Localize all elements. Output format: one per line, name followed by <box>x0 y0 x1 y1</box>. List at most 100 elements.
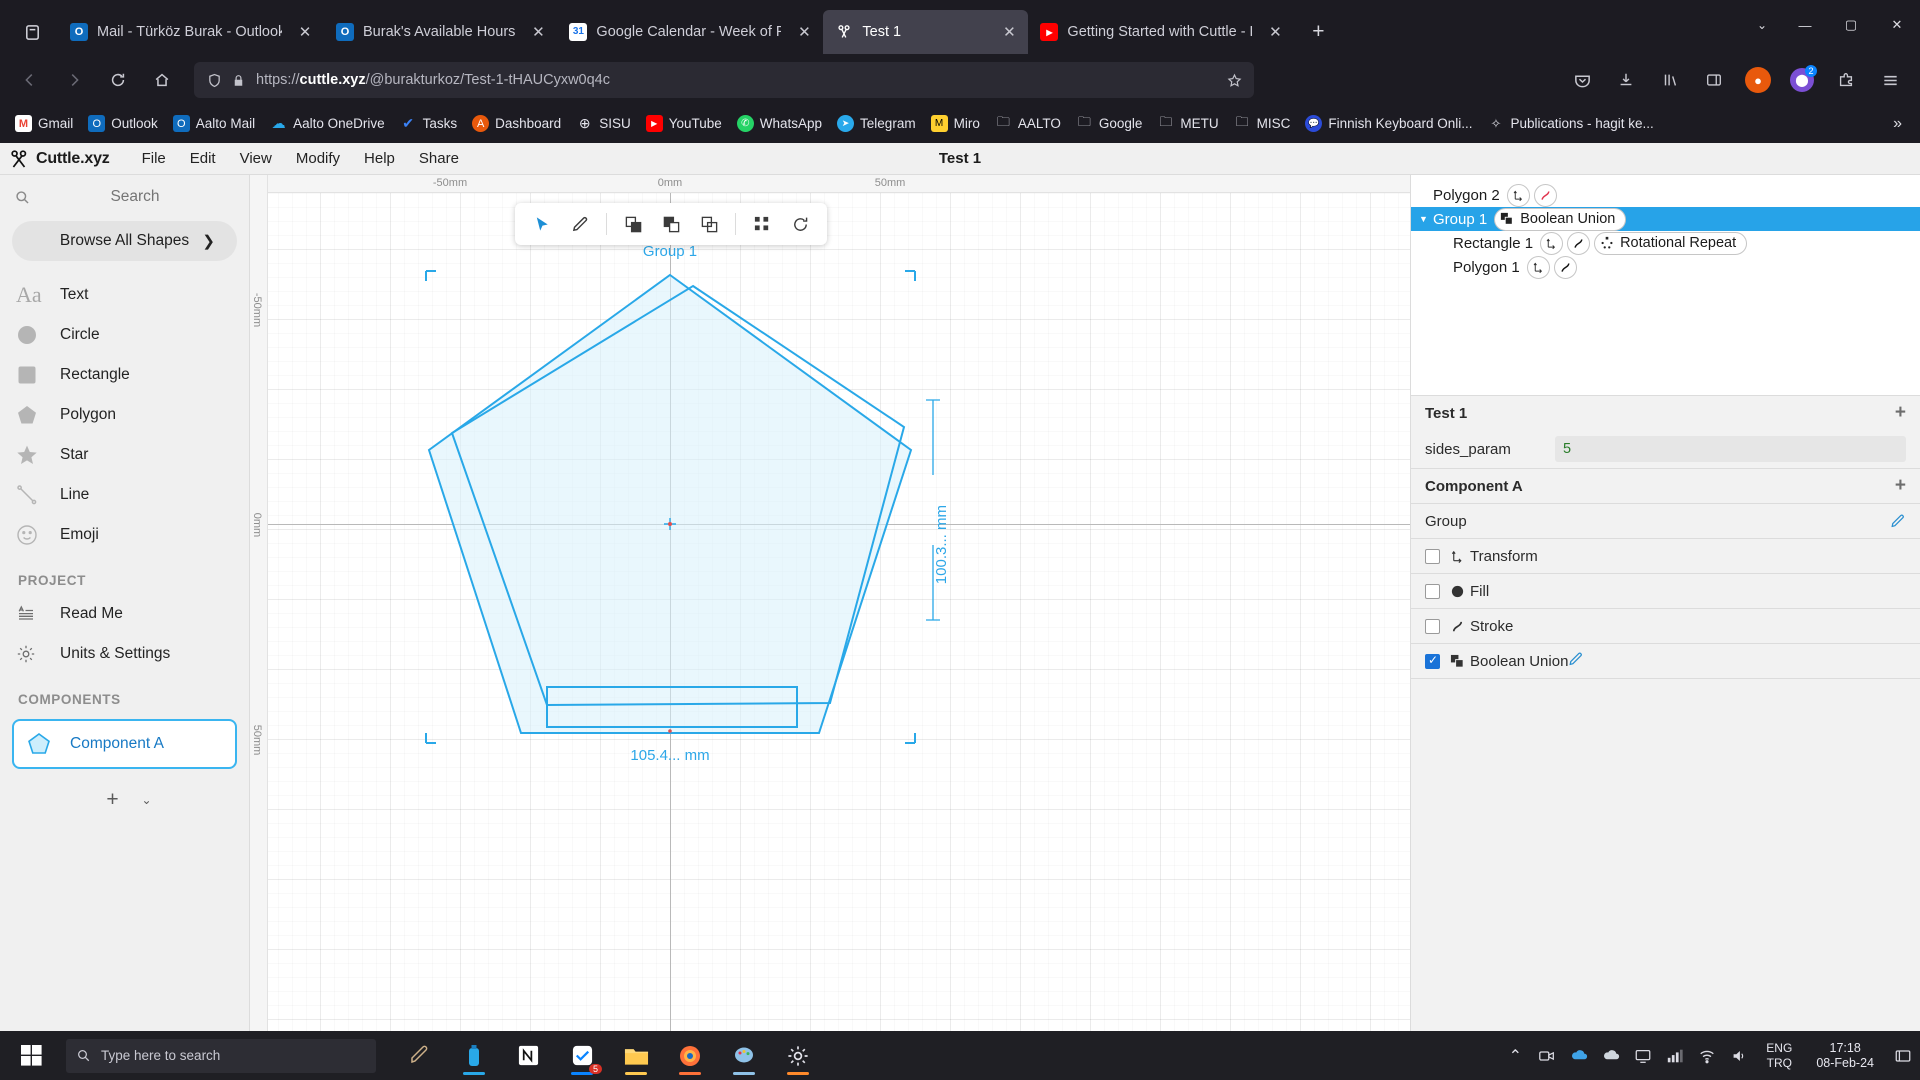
firefox-icon[interactable] <box>668 1034 712 1078</box>
modifier-pill-boolean-union[interactable]: Boolean Union <box>1494 207 1627 231</box>
notion-icon[interactable] <box>506 1034 550 1078</box>
tree-row-group-1[interactable]: ▼ Group 1 Boolean Union <box>1411 207 1920 231</box>
menu-help[interactable]: Help <box>352 143 407 175</box>
bookmark-aalto-mail[interactable]: O Aalto Mail <box>166 111 262 137</box>
todoist-icon[interactable]: 5 <box>560 1034 604 1078</box>
meet-now-icon[interactable] <box>1536 1045 1558 1067</box>
add-component-button[interactable]: + <box>97 785 127 815</box>
maximize-button[interactable]: ▢ <box>1828 3 1874 47</box>
canvas-area[interactable]: -50mm 0mm 50mm -50mm 0mm 50mm Group 1 10… <box>250 175 1410 1031</box>
clock[interactable]: 17:18 08-Feb-24 <box>1808 1041 1882 1071</box>
select-arrow-icon[interactable] <box>525 207 559 241</box>
minimize-button[interactable]: — <box>1782 3 1828 47</box>
bookmark-finnish-keyboard[interactable]: 💬 Finnish Keyboard Onli... <box>1298 111 1479 137</box>
tree-row-polygon-2[interactable]: Polygon 2 <box>1411 183 1920 207</box>
tab-list-button[interactable] <box>10 12 54 52</box>
language-indicator[interactable]: ENG TRQ <box>1760 1041 1798 1071</box>
bookmark-youtube[interactable]: ▶ YouTube <box>639 111 729 137</box>
boolean-union-icon[interactable] <box>616 207 650 241</box>
new-tab-button[interactable]: + <box>1300 14 1336 50</box>
shield-icon[interactable] <box>202 68 226 92</box>
chevron-down-icon[interactable]: ⌄ <box>141 793 151 807</box>
forward-icon[interactable] <box>55 61 93 99</box>
browser-tab-active[interactable]: Test 1 ✕ <box>823 10 1029 54</box>
stroke-icon[interactable] <box>1533 183 1557 207</box>
lock-icon[interactable] <box>226 68 250 92</box>
bookmark-publications[interactable]: ✧ Publications - hagit ke... <box>1480 111 1660 137</box>
library-icon[interactable] <box>1651 61 1689 99</box>
fill-checkbox[interactable] <box>1425 583 1440 599</box>
browser-tab[interactable]: Burak's Available Hours ✕ <box>324 10 557 54</box>
bookmark-whatsapp[interactable]: ✆ WhatsApp <box>730 111 829 137</box>
shape-item-line[interactable]: Line <box>0 475 249 515</box>
stroke-checkbox[interactable] <box>1425 618 1440 634</box>
modifier-row-fill[interactable]: Fill <box>1411 574 1920 608</box>
transform-icon[interactable] <box>1506 183 1530 207</box>
close-window-button[interactable]: ✕ <box>1874 3 1920 47</box>
modifier-pill-rotational-repeat[interactable]: Rotational Repeat <box>1594 231 1748 255</box>
menu-view[interactable]: View <box>228 143 284 175</box>
menu-file[interactable]: File <box>130 143 178 175</box>
transform-icon[interactable] <box>1526 255 1550 279</box>
close-icon[interactable]: ✕ <box>998 21 1020 43</box>
bookmark-aalto-onedrive[interactable]: ☁ Aalto OneDrive <box>263 111 392 137</box>
bookmark-tasks[interactable]: ✔ Tasks <box>393 111 465 137</box>
project-item-read-me[interactable]: Read Me <box>0 594 249 634</box>
bookmark-outlook[interactable]: O Outlook <box>81 111 165 137</box>
pencil-icon[interactable] <box>1568 651 1584 671</box>
grid-repeat-icon[interactable] <box>745 207 779 241</box>
add-component-parameter-button[interactable]: + <box>1895 475 1906 497</box>
shape-item-rectangle[interactable]: Rectangle <box>0 355 249 395</box>
bookmark-gmail[interactable]: M Gmail <box>8 111 80 137</box>
extensions-icon[interactable] <box>1827 61 1865 99</box>
modifier-row-boolean-union[interactable]: Boolean Union <box>1411 644 1920 678</box>
modifier-row-transform[interactable]: Transform <box>1411 539 1920 573</box>
home-icon[interactable] <box>143 61 181 99</box>
group-row[interactable]: Group <box>1411 504 1920 538</box>
account-icon[interactable]: ● <box>1739 61 1777 99</box>
file-explorer-icon[interactable] <box>614 1034 658 1078</box>
bookmark-google-folder[interactable]: 🗀 Google <box>1069 111 1150 137</box>
windows-icon[interactable] <box>0 1031 62 1080</box>
tree-row-rectangle-1[interactable]: Rectangle 1 Rotational Repeat <box>1411 231 1920 255</box>
shape-item-star[interactable]: Star <box>0 435 249 475</box>
sidebar-toggle-icon[interactable] <box>1695 61 1733 99</box>
close-icon[interactable]: ✕ <box>294 21 316 43</box>
tree-row-polygon-1[interactable]: Polygon 1 <box>1411 255 1920 279</box>
modifier-row-stroke[interactable]: Stroke <box>1411 609 1920 643</box>
back-icon[interactable] <box>11 61 49 99</box>
project-item-units-settings[interactable]: Units & Settings <box>0 634 249 674</box>
network-icon[interactable] <box>1664 1045 1686 1067</box>
shape-item-emoji[interactable]: Emoji <box>0 515 249 555</box>
browser-tab[interactable]: Getting Started with Cuttle - Pa ✕ <box>1028 10 1294 54</box>
bookmark-aalto-folder[interactable]: 🗀 AALTO <box>988 111 1068 137</box>
stroke-icon[interactable] <box>1567 231 1591 255</box>
close-icon[interactable]: ✕ <box>527 21 549 43</box>
onedrive-icon[interactable] <box>1568 1045 1590 1067</box>
dimension-width-label[interactable]: 105.4... mm <box>630 747 709 764</box>
transform-checkbox[interactable] <box>1425 548 1440 564</box>
close-icon[interactable]: ✕ <box>1264 21 1286 43</box>
menu-modify[interactable]: Modify <box>284 143 352 175</box>
download-icon[interactable] <box>1607 61 1645 99</box>
snip-sketch-icon[interactable] <box>398 1034 442 1078</box>
browser-tab[interactable]: Mail - Türköz Burak - Outlook ✕ <box>58 10 324 54</box>
boolean-intersect-icon[interactable] <box>692 207 726 241</box>
bookmark-metu-folder[interactable]: 🗀 METU <box>1150 111 1225 137</box>
settings-gear-icon[interactable] <box>776 1034 820 1078</box>
chevron-down-icon[interactable]: ▼ <box>1419 214 1433 224</box>
chevron-up-icon[interactable]: ⌃ <box>1504 1045 1526 1067</box>
dimension-height-label[interactable]: 100.3... mm <box>933 505 950 584</box>
browse-all-shapes-button[interactable]: Browse All Shapes ❯ <box>12 221 237 261</box>
bookmark-dashboard[interactable]: A Dashboard <box>465 111 568 137</box>
boolean-union-checkbox[interactable] <box>1425 653 1440 669</box>
stroke-icon[interactable] <box>1553 255 1577 279</box>
bookmarks-overflow-icon[interactable]: » <box>1893 115 1912 133</box>
water-bottle-icon[interactable] <box>452 1034 496 1078</box>
paint-icon[interactable] <box>722 1034 766 1078</box>
transform-icon[interactable] <box>1540 231 1564 255</box>
list-all-tabs-icon[interactable]: ⌄ <box>1742 3 1782 47</box>
bookmark-miro[interactable]: M Miro <box>924 111 987 137</box>
polygon-1-shape[interactable] <box>427 273 913 734</box>
app-menu-icon[interactable] <box>1871 61 1909 99</box>
